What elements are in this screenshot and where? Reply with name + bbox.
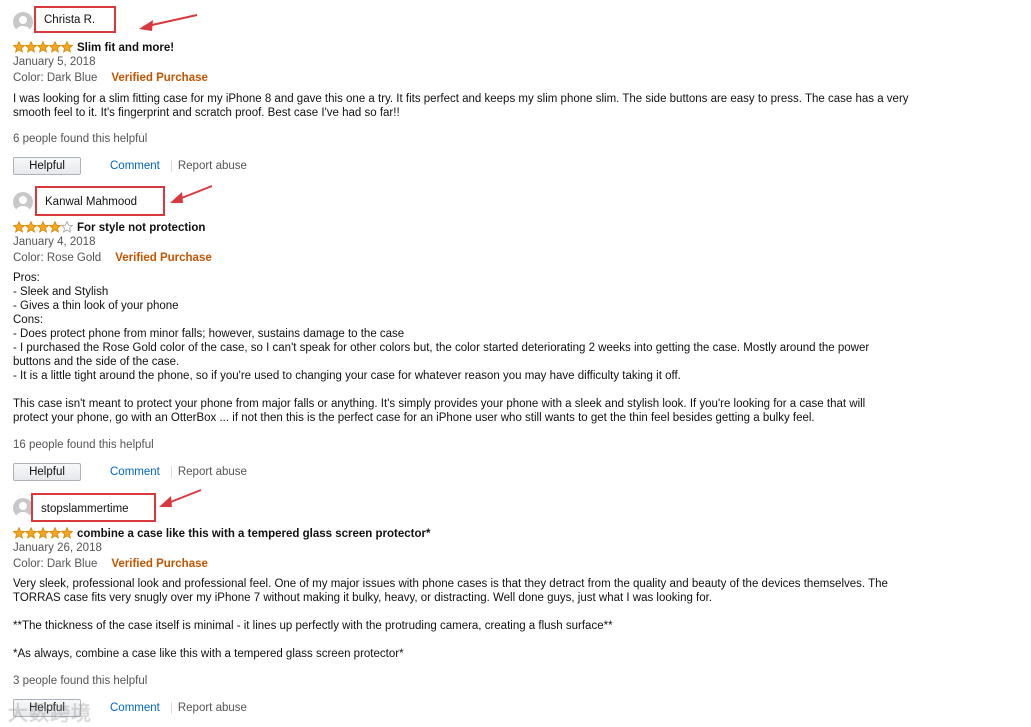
watermark: 大数跨境	[8, 703, 92, 725]
review-body-line: This case isn't meant to protect your ph…	[13, 398, 866, 410]
reviewer-name-highlight[interactable]: stopslammertime	[31, 493, 156, 522]
review-body-line	[13, 605, 973, 619]
report-abuse-link[interactable]: Report abuse	[178, 702, 247, 714]
review-date: January 5, 2018	[13, 56, 96, 68]
star-filled-icon	[37, 221, 49, 233]
review-1: Christa R. Slim fit and more! January 5,…	[13, 0, 1003, 180]
star-filled-icon	[13, 221, 25, 233]
star-filled-icon	[61, 41, 73, 53]
review-body: Very sleek, professional look and profes…	[13, 577, 973, 661]
user-icon	[16, 196, 30, 212]
review-body-line: protect your phone, go with an OtterBox …	[13, 412, 815, 424]
review-title[interactable]: For style not protection	[77, 222, 205, 234]
review-body: I was looking for a slim fitting case fo…	[13, 92, 973, 120]
star-rating	[13, 41, 73, 53]
annotation-arrow-icon	[170, 185, 213, 203]
review-date: January 26, 2018	[13, 542, 102, 554]
review-meta: Color: Dark Blue Verified Purchase	[13, 72, 208, 84]
review-2: Kanwal Mahmood For style not protection …	[13, 180, 1003, 486]
avatar	[13, 12, 33, 32]
product-color: Color: Dark Blue	[13, 558, 98, 570]
review-meta: Color: Dark Blue Verified Purchase	[13, 558, 208, 570]
star-filled-icon	[49, 41, 61, 53]
review-body-line: Cons:	[13, 314, 44, 326]
review-body-line: buttons and the side of the case.	[13, 356, 180, 368]
star-filled-icon	[25, 41, 37, 53]
annotation-arrow-icon	[159, 489, 202, 507]
review-body-line: - I purchased the Rose Gold color of the…	[13, 342, 870, 354]
review-body-line: *As always, combine a case like this wit…	[13, 648, 404, 660]
avatar	[13, 192, 33, 212]
review-body-line: smooth feel to it. It's fingerprint and …	[13, 107, 400, 119]
report-abuse-link[interactable]: Report abuse	[178, 466, 247, 478]
helpful-button[interactable]: Helpful	[13, 157, 81, 175]
avatar	[13, 498, 33, 518]
user-icon	[16, 502, 30, 518]
reviewer-name[interactable]: Christa R.	[44, 14, 95, 26]
star-filled-icon	[25, 527, 37, 539]
review-date: January 4, 2018	[13, 236, 96, 248]
reviewer-name[interactable]: Kanwal Mahmood	[45, 196, 137, 208]
star-filled-icon	[49, 527, 61, 539]
star-filled-icon	[13, 527, 25, 539]
review-body-line: - Gives a thin look of your phone	[13, 300, 179, 312]
report-abuse-link[interactable]: Report abuse	[178, 160, 247, 172]
verified-purchase-badge: Verified Purchase	[111, 72, 208, 84]
review-body-line	[13, 383, 973, 397]
user-icon	[16, 16, 30, 32]
review-3: stopslammertime combine a case like this…	[13, 486, 1003, 727]
review-body-line: I was looking for a slim fitting case fo…	[13, 93, 909, 105]
divider	[170, 466, 172, 478]
star-filled-icon	[37, 41, 49, 53]
review-actions: Helpful Comment Report abuse	[13, 463, 247, 481]
star-filled-icon	[49, 221, 61, 233]
review-title[interactable]: Slim fit and more!	[77, 42, 174, 54]
review-body-line: - Does protect phone from minor falls; h…	[13, 328, 405, 340]
review-body-line	[13, 633, 973, 647]
reviewer-name[interactable]: stopslammertime	[41, 503, 129, 515]
review-body-line: **The thickness of the case itself is mi…	[13, 620, 613, 632]
star-rating	[13, 527, 73, 539]
review-body-line: - It is a little tight around the phone,…	[13, 370, 681, 382]
helpful-count: 3 people found this helpful	[13, 675, 148, 687]
review-body-line: - Sleek and Stylish	[13, 286, 109, 298]
review-body-line: Pros:	[13, 272, 40, 284]
star-filled-icon	[13, 41, 25, 53]
reviewer-name-highlight[interactable]: Christa R.	[34, 6, 116, 33]
review-meta: Color: Rose Gold Verified Purchase	[13, 252, 212, 264]
star-filled-icon	[61, 527, 73, 539]
helpful-count: 6 people found this helpful	[13, 133, 148, 145]
star-filled-icon	[37, 527, 49, 539]
product-color: Color: Rose Gold	[13, 252, 102, 264]
divider	[170, 702, 172, 714]
helpful-count: 16 people found this helpful	[13, 439, 154, 451]
review-title[interactable]: combine a case like this with a tempered…	[77, 528, 430, 540]
star-rating	[13, 221, 73, 233]
verified-purchase-badge: Verified Purchase	[111, 558, 208, 570]
reviewer-name-highlight[interactable]: Kanwal Mahmood	[35, 186, 165, 216]
product-color: Color: Dark Blue	[13, 72, 98, 84]
comment-link[interactable]: Comment	[110, 160, 160, 172]
star-filled-icon	[25, 221, 37, 233]
review-body-line: TORRAS case fits very snugly over my iPh…	[13, 592, 713, 604]
verified-purchase-badge: Verified Purchase	[115, 252, 212, 264]
divider	[170, 160, 172, 172]
review-body-line: Very sleek, professional look and profes…	[13, 578, 888, 590]
star-empty-icon	[61, 221, 73, 233]
annotation-arrow-icon	[139, 14, 198, 31]
review-actions: Helpful Comment Report abuse	[13, 157, 247, 175]
comment-link[interactable]: Comment	[110, 702, 160, 714]
helpful-button[interactable]: Helpful	[13, 463, 81, 481]
comment-link[interactable]: Comment	[110, 466, 160, 478]
review-body: Pros: - Sleek and Stylish - Gives a thin l…	[13, 271, 973, 425]
